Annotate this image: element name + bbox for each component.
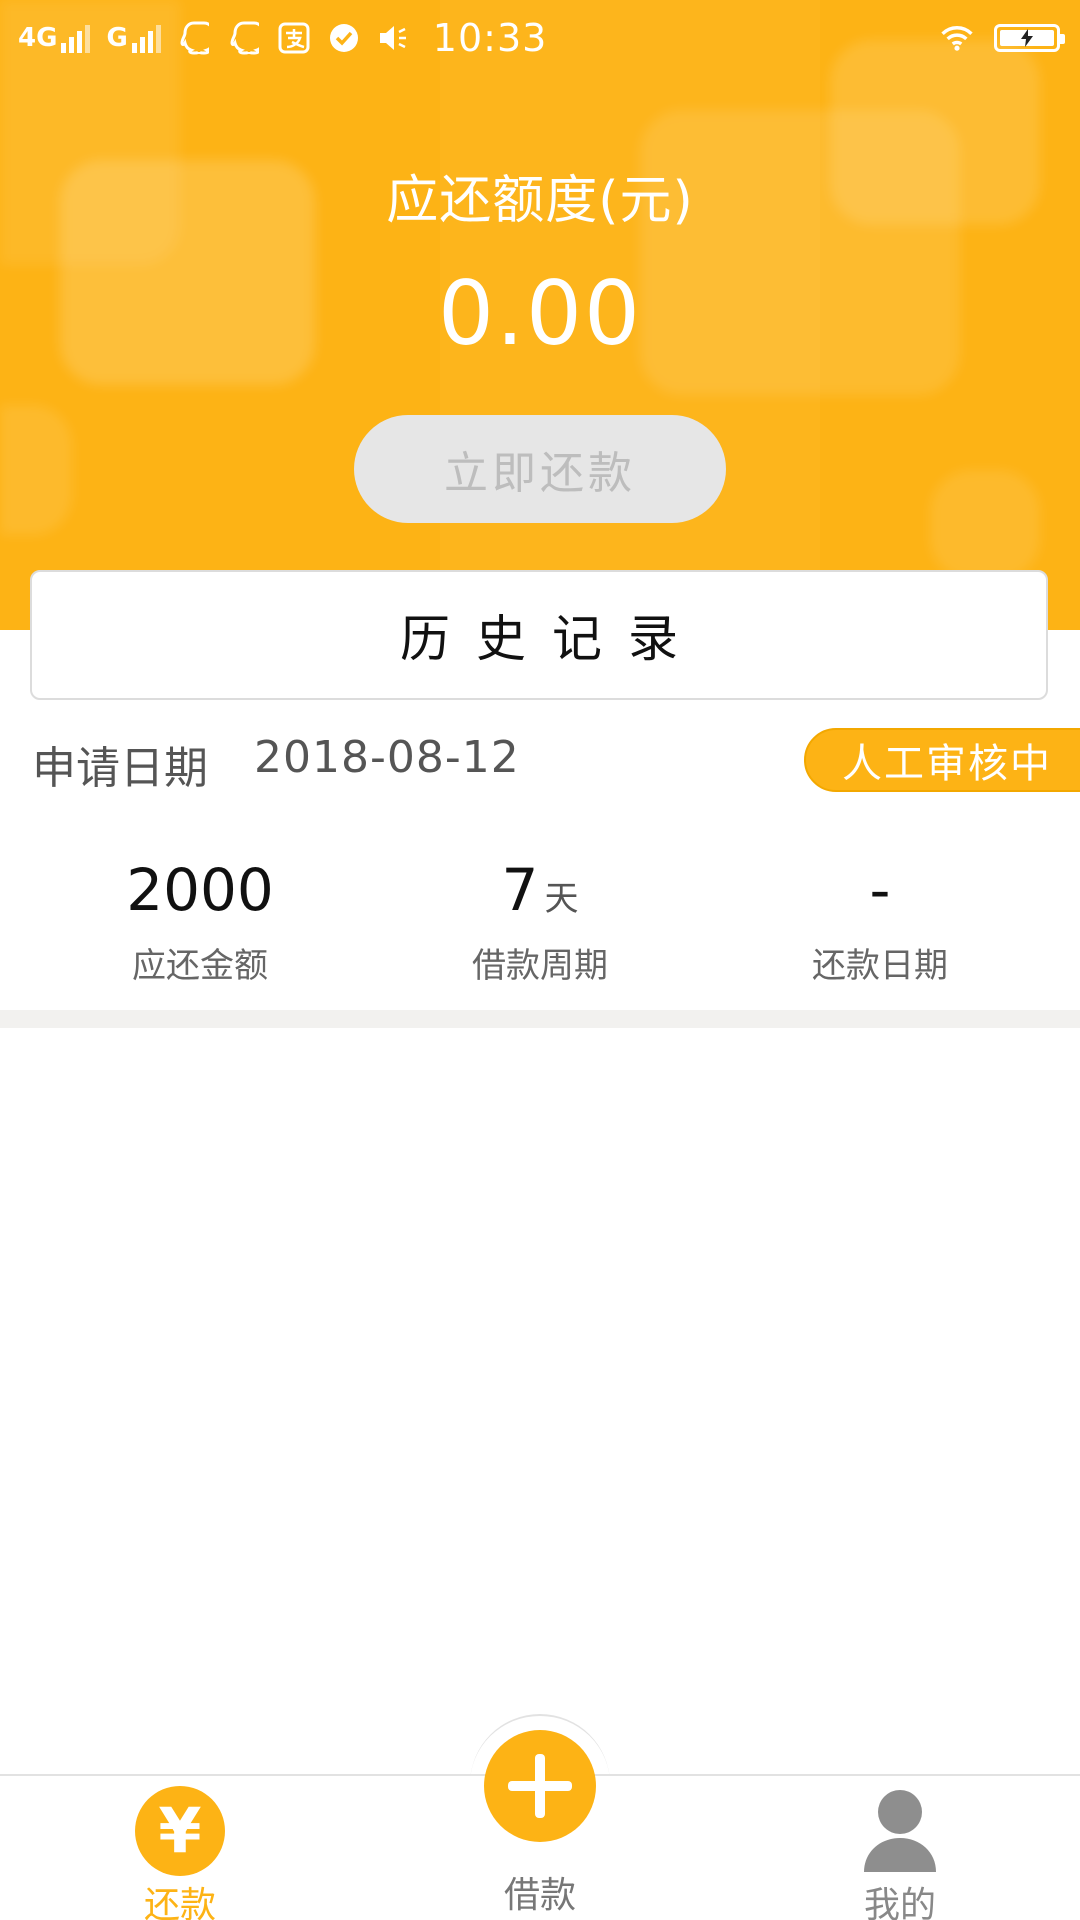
amount-due-value: 2000 — [126, 856, 274, 924]
nav-tab-repay[interactable]: ¥ 还款 — [80, 1776, 280, 1920]
app-screen: 4G G 10:33 应还额度(元) 0.00 立即还款 历史记录 申请日期 2… — [0, 0, 1080, 1920]
borrow-plus-button[interactable] — [484, 1730, 596, 1842]
nav-tab-mine[interactable]: 我的 — [800, 1776, 1000, 1920]
loan-period-unit: 天 — [544, 879, 579, 919]
application-date-label: 申请日期 — [32, 743, 208, 794]
stat-repay-date: - 还款日期 — [700, 850, 1060, 987]
qq-icon — [227, 21, 261, 55]
stat-loan-period: 7天 借款周期 — [360, 850, 720, 987]
repay-now-button[interactable]: 立即还款 — [354, 415, 726, 523]
status-badge: 人工审核中 — [804, 728, 1080, 792]
section-divider — [0, 1010, 1080, 1028]
application-date-value: 2018-08-12 — [254, 732, 520, 783]
signal-bars-icon — [61, 25, 91, 53]
battery-charging-icon — [994, 24, 1065, 52]
status-bar: 4G G 10:33 — [0, 0, 1080, 76]
volume-icon — [377, 21, 411, 55]
clock-time: 10:33 — [432, 16, 548, 60]
yen-icon: ¥ — [135, 1786, 225, 1876]
check-circle-icon — [327, 21, 361, 55]
history-records-button[interactable]: 历史记录 — [30, 570, 1048, 700]
nav-tab-borrow-label: 借款 — [503, 1875, 576, 1916]
cellular-signal-g: G — [106, 23, 161, 53]
nav-tab-mine-label: 我的 — [863, 1885, 936, 1920]
loan-period-label: 借款周期 — [472, 946, 608, 986]
repay-date-label: 还款日期 — [812, 946, 948, 986]
person-icon — [864, 1790, 936, 1872]
amount-due-label: 应还金额 — [132, 946, 268, 986]
quota-amount: 0.00 — [438, 262, 642, 365]
qq-icon — [177, 21, 211, 55]
loan-period-value: 7 — [501, 856, 539, 924]
cellular-signal-4g: 4G — [18, 23, 91, 53]
stat-amount-due: 2000 应还金额 — [20, 850, 380, 987]
signal-bars-icon — [131, 25, 161, 53]
quota-title: 应还额度(元) — [386, 171, 694, 231]
nav-tab-repay-label: 还款 — [143, 1885, 216, 1920]
wifi-icon — [940, 21, 974, 55]
alipay-icon — [277, 21, 311, 55]
repay-date-value: - — [869, 856, 891, 924]
repayment-header: 4G G 10:33 应还额度(元) 0.00 立即还款 — [0, 0, 1080, 630]
